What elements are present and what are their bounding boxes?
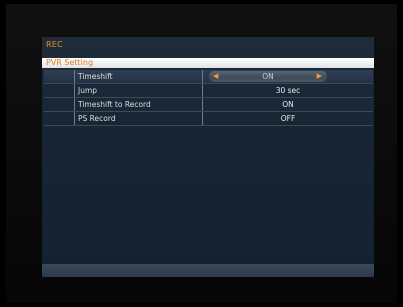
- setting-row-timeshift[interactable]: Timeshift ◀ ON ▶: [44, 70, 373, 84]
- setting-value[interactable]: ON: [202, 98, 373, 111]
- setting-label: Timeshift: [78, 72, 113, 81]
- setting-value-cell[interactable]: ◀ ON ▶: [202, 70, 373, 83]
- submenu-title: PVR Setting: [46, 58, 94, 67]
- row-index-cell: [44, 70, 75, 83]
- setting-value[interactable]: 30 sec: [202, 84, 373, 97]
- menu-footer-bar: [42, 264, 374, 277]
- setting-value: ON: [262, 72, 274, 81]
- setting-row-timeshift-to-record[interactable]: Timeshift to Record ON: [44, 98, 373, 112]
- value-selector[interactable]: ◀ ON ▶: [209, 71, 327, 82]
- row-index-cell: [44, 98, 75, 111]
- setting-value[interactable]: OFF: [202, 112, 373, 125]
- chevron-right-icon[interactable]: ▶: [317, 71, 322, 82]
- setting-row-ps-record[interactable]: PS Record OFF: [44, 112, 373, 126]
- setting-label: Jump: [78, 86, 98, 95]
- setting-label: Timeshift to Record: [78, 100, 151, 109]
- setting-label: PS Record: [78, 114, 116, 123]
- row-index-cell: [44, 112, 75, 125]
- menu-title: REC: [46, 40, 63, 49]
- setting-row-jump[interactable]: Jump 30 sec: [44, 84, 373, 98]
- row-index-cell: [44, 84, 75, 97]
